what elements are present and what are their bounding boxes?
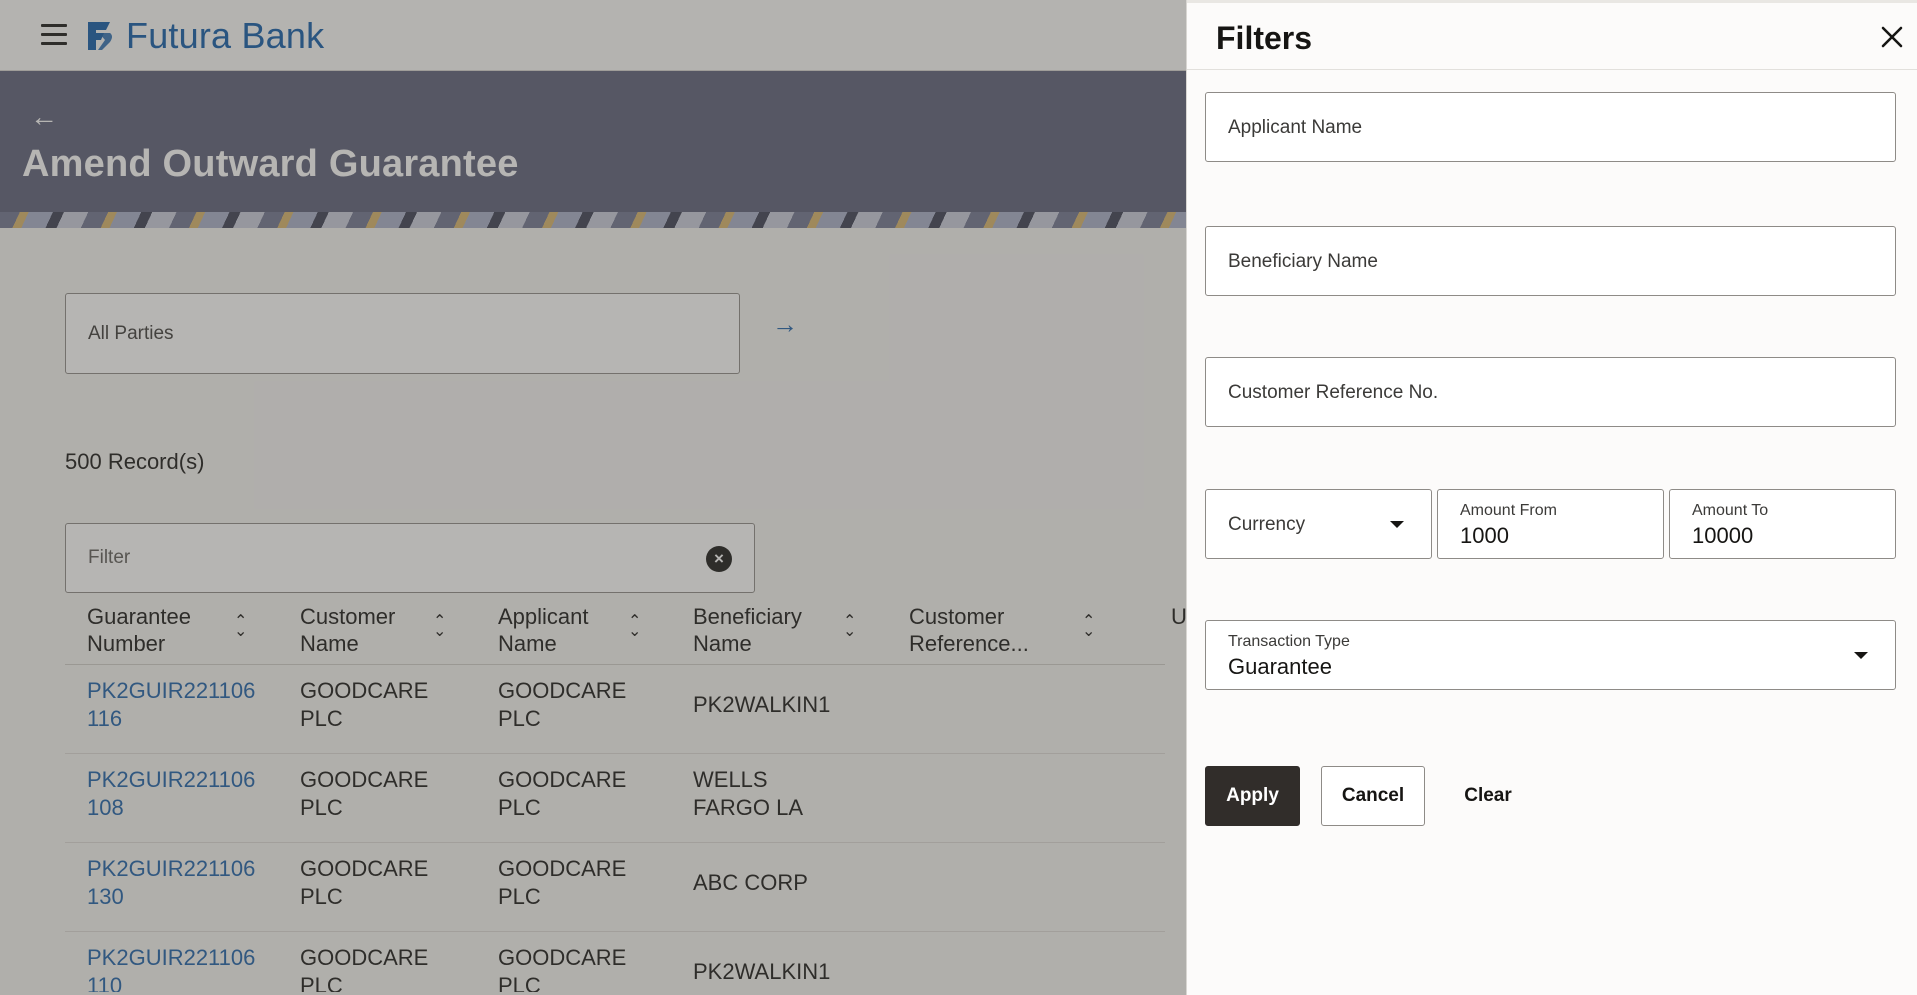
beneficiary-name-placeholder: Beneficiary Name (1228, 251, 1378, 272)
filters-title: Filters (1216, 20, 1313, 56)
amount-from-label: Amount From (1460, 502, 1557, 519)
cancel-button[interactable]: Cancel (1321, 766, 1425, 826)
amount-to-label: Amount To (1692, 502, 1769, 519)
panel-divider (1187, 69, 1917, 70)
amount-from-value: 1000 (1460, 523, 1509, 548)
amount-to-value: 10000 (1692, 523, 1754, 548)
caret-down-icon (1390, 521, 1404, 528)
beneficiary-name-input[interactable]: Beneficiary Name (1205, 226, 1896, 296)
transaction-type-label: Transaction Type (1228, 633, 1350, 650)
filters-panel: Filters Applicant Name Beneficiary Name … (1186, 0, 1917, 995)
currency-select[interactable]: Currency (1205, 489, 1432, 559)
customer-reference-placeholder: Customer Reference No. (1228, 382, 1439, 403)
transaction-type-value: Guarantee (1228, 654, 1332, 679)
caret-down-icon (1854, 652, 1868, 659)
applicant-name-placeholder: Applicant Name (1228, 117, 1363, 138)
close-icon[interactable] (1877, 22, 1907, 52)
clear-button[interactable]: Clear (1453, 766, 1523, 826)
amount-from-input[interactable]: Amount From 1000 (1437, 489, 1664, 559)
applicant-name-input[interactable]: Applicant Name (1205, 92, 1896, 162)
apply-button[interactable]: Apply (1205, 766, 1300, 826)
panel-top-edge (1187, 0, 1917, 3)
transaction-type-select[interactable]: Transaction Type Guarantee (1205, 620, 1896, 690)
customer-reference-input[interactable]: Customer Reference No. (1205, 357, 1896, 427)
modal-backdrop[interactable] (0, 0, 1186, 995)
amount-to-input[interactable]: Amount To 10000 (1669, 489, 1896, 559)
currency-placeholder: Currency (1228, 514, 1306, 535)
